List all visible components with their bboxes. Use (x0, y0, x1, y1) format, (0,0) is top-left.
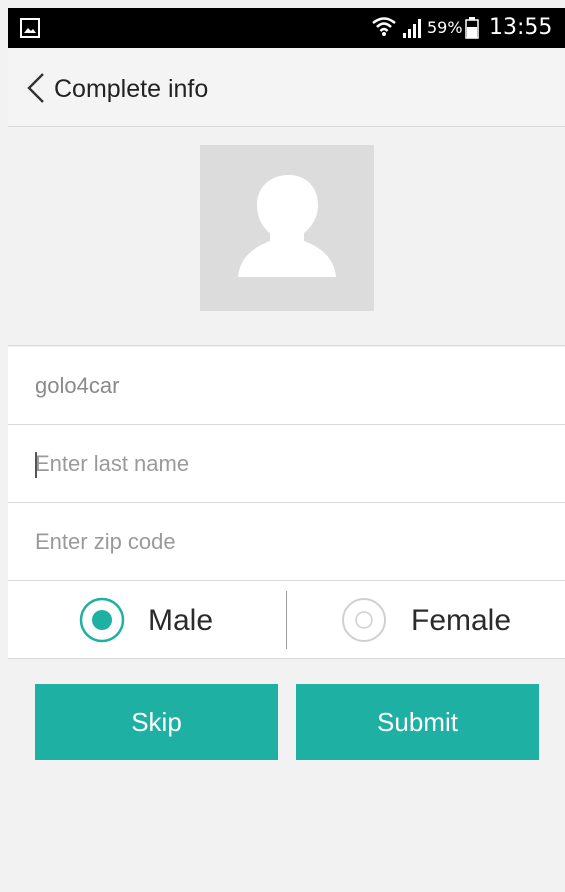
signal-icon (403, 19, 421, 38)
page-title: Complete info (54, 75, 209, 103)
gender-option-female[interactable]: Female (287, 581, 565, 659)
last-name-field[interactable] (35, 447, 535, 481)
gender-option-male[interactable]: Male (8, 581, 286, 659)
app-header: Complete info (8, 48, 565, 127)
app-screen: 59% 13:55 Complete info golo4car Enter l… (8, 8, 565, 892)
zip-code-row (8, 503, 565, 581)
radio-selected-icon[interactable] (78, 596, 126, 644)
radio-unselected-icon[interactable] (340, 596, 388, 644)
username-row (8, 347, 565, 425)
user-silhouette-icon (238, 175, 336, 277)
last-name-row (8, 425, 565, 503)
status-bar: 59% 13:55 (8, 8, 565, 48)
status-clock: 13:55 (489, 15, 553, 40)
submit-button[interactable]: Submit (296, 684, 539, 760)
username-field[interactable] (35, 369, 535, 403)
battery-percentage: 59% (427, 18, 463, 37)
zip-code-field[interactable] (35, 525, 535, 559)
gender-label-male: Male (148, 604, 214, 637)
avatar-section (8, 128, 565, 346)
gallery-icon (20, 18, 40, 38)
text-cursor (35, 452, 37, 478)
battery-icon (465, 17, 479, 39)
gender-label-female: Female (411, 604, 512, 637)
avatar[interactable] (200, 145, 374, 311)
gender-selector: Male Female (8, 581, 565, 659)
chevron-left-icon[interactable] (26, 72, 46, 104)
wifi-icon (372, 17, 396, 36)
skip-button[interactable]: Skip (35, 684, 278, 760)
